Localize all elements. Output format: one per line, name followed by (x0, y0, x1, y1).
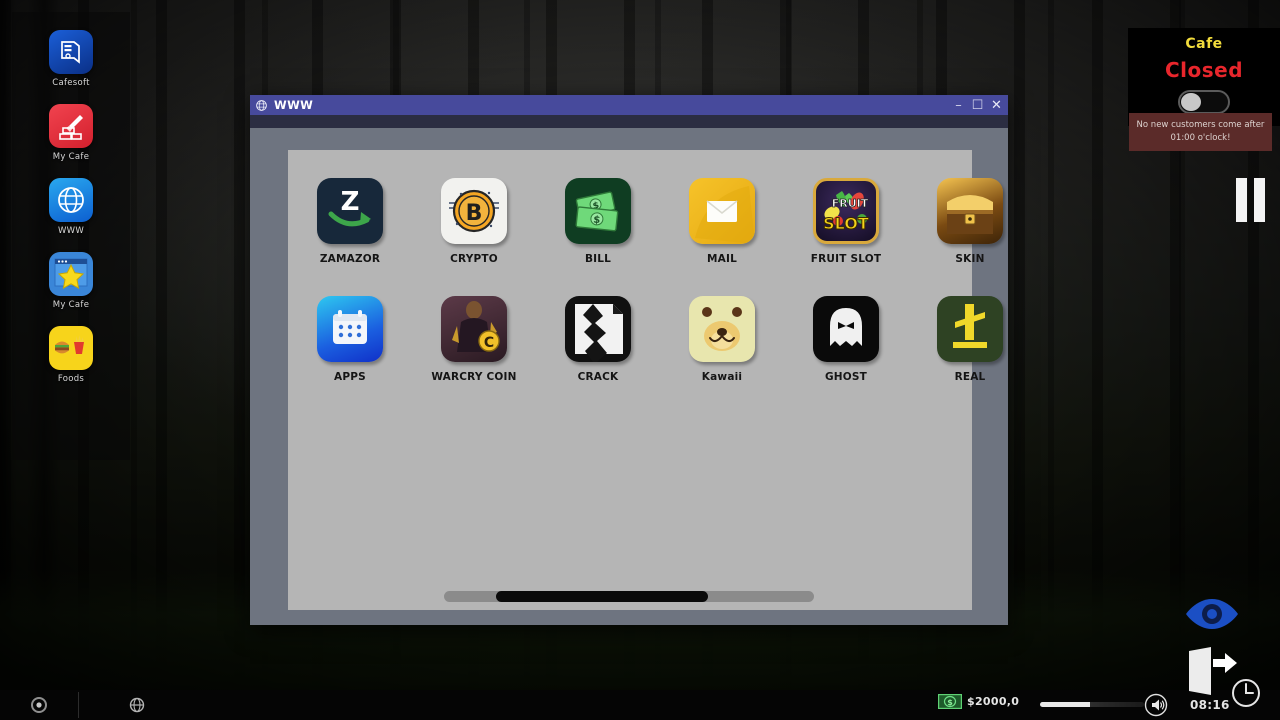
pause-button[interactable] (1232, 178, 1268, 222)
torn-page-icon (565, 296, 631, 362)
treasure-chest-icon (937, 178, 1003, 244)
bear-face-icon (689, 296, 755, 362)
taskbar-divider (78, 692, 79, 718)
window-close-button[interactable]: ✕ (987, 96, 1006, 114)
window-minimize-button[interactable]: – (949, 96, 968, 114)
volume-slider[interactable] (1040, 702, 1144, 707)
window-titlebar[interactable]: WWW – ☐ ✕ (250, 95, 1008, 115)
server-tower-icon (49, 30, 93, 74)
app-item-ghost[interactable]: GHOST (784, 296, 908, 414)
svg-text:Z: Z (341, 187, 360, 217)
desktop-icon-label: Foods (58, 374, 84, 384)
app-grid: Z ZAMAZOR (288, 178, 972, 414)
svg-text:$: $ (947, 698, 953, 707)
money-amount: $2000,0 (967, 695, 1019, 708)
dollar-bills-icon: $ $ (565, 178, 631, 244)
ghost-icon (813, 296, 879, 362)
app-label: FRUIT SLOT (811, 253, 881, 265)
cash-note-icon: $ (938, 694, 962, 709)
window-title: WWW (274, 98, 949, 112)
window-subbar (250, 115, 1008, 128)
app-label: Kawaii (702, 371, 742, 383)
desktop-icon-label: My Cafe (53, 300, 90, 310)
app-item-warcry-coin[interactable]: C WARCRY COIN (412, 296, 536, 414)
settings-gear-icon[interactable] (30, 696, 48, 718)
globe-icon[interactable] (128, 696, 146, 718)
app-label: BILL (585, 253, 611, 265)
www-browser-window: WWW – ☐ ✕ Z (250, 95, 1008, 625)
app-item-mail[interactable]: MAIL (660, 178, 784, 296)
window-content-area: Z ZAMAZOR (288, 150, 972, 610)
app-item-fruit-slot[interactable]: FRUIT SLOT FRUIT SLOT (784, 178, 908, 296)
scrollbar-thumb[interactable] (496, 591, 708, 602)
zamazor-z-arrow-icon: Z (317, 178, 383, 244)
svg-text:$: $ (593, 215, 601, 227)
desktop-icon-label: Cafesoft (52, 78, 90, 88)
pause-bar-left (1236, 178, 1247, 222)
fruit-slot-icon: FRUIT SLOT (813, 178, 879, 244)
desktop-icon-my-cafe-editor[interactable]: My Cafe (12, 104, 130, 162)
pause-bar-right (1254, 178, 1265, 222)
horizontal-scrollbar[interactable] (444, 591, 814, 602)
cafe-tooltip: No new customers come after 01:00 o'cloc… (1129, 113, 1272, 151)
cafe-panel-title: Cafe (1128, 36, 1280, 52)
window-body: Z ZAMAZOR (250, 128, 1008, 625)
app-item-real[interactable]: REAL (908, 296, 1008, 414)
paint-brush-icon (49, 104, 93, 148)
clock-icon (1228, 675, 1264, 715)
bitcoin-coin-icon: B (441, 178, 507, 244)
desktop-icon-my-cafe[interactable]: My Cafe (12, 252, 130, 310)
app-label: MAIL (707, 253, 737, 265)
app-label: CRYPTO (450, 253, 498, 265)
speaker-icon[interactable] (1144, 693, 1168, 720)
taskbar: $ $2000,0 08:16 (0, 690, 1280, 720)
desktop-icon-label: WWW (58, 226, 84, 236)
svg-text:FRUIT: FRUIT (832, 197, 869, 210)
clock-time: 08:16 (1190, 698, 1230, 712)
burger-fries-icon (49, 326, 93, 370)
app-item-apps[interactable]: APPS (288, 296, 412, 414)
desktop-icon-www[interactable]: WWW (12, 178, 130, 236)
app-label: ZAMAZOR (320, 253, 380, 265)
warrior-coin-icon: C (441, 296, 507, 362)
app-label: GHOST (825, 371, 867, 383)
eye-icon (1184, 596, 1240, 632)
desktop-icon-label: My Cafe (53, 152, 90, 162)
globe-icon (49, 178, 93, 222)
app-item-kawaii[interactable]: Kawaii (660, 296, 784, 414)
vision-toggle-button[interactable] (1182, 593, 1242, 635)
app-item-crack[interactable]: CRACK (536, 296, 660, 414)
app-item-skin[interactable]: SKIN (908, 178, 1008, 296)
app-label: REAL (955, 371, 986, 383)
envelope-icon (689, 178, 755, 244)
calendar-grid-icon (317, 296, 383, 362)
desktop-icon-foods[interactable]: Foods (12, 326, 130, 384)
app-label: WARCRY COIN (431, 371, 516, 383)
cafe-open-toggle[interactable] (1178, 90, 1230, 114)
app-item-bill[interactable]: $ $ BILL (536, 178, 660, 296)
svg-text:C: C (484, 335, 494, 351)
star-window-icon (49, 252, 93, 296)
svg-text:SLOT: SLOT (823, 214, 869, 233)
toggle-knob (1181, 93, 1201, 111)
app-item-crypto[interactable]: B CRYPTO (412, 178, 536, 296)
globe-icon (255, 99, 268, 112)
svg-text:B: B (466, 201, 483, 226)
game-screen: Cafesoft My Cafe (0, 0, 1280, 720)
app-label: SKIN (955, 253, 984, 265)
gold-monument-icon (937, 296, 1003, 362)
app-label: CRACK (578, 371, 619, 383)
window-maximize-button[interactable]: ☐ (968, 96, 987, 114)
app-label: APPS (334, 371, 366, 383)
cafe-status-text: Closed (1128, 58, 1280, 82)
desktop-icon-cafesoft[interactable]: Cafesoft (12, 30, 130, 88)
desktop-icon-sidebar: Cafesoft My Cafe (12, 12, 130, 460)
cafe-status-panel: Cafe Closed (1128, 28, 1280, 126)
app-item-zamazor[interactable]: Z ZAMAZOR (288, 178, 412, 296)
money-display: $ $2000,0 (938, 694, 1019, 709)
